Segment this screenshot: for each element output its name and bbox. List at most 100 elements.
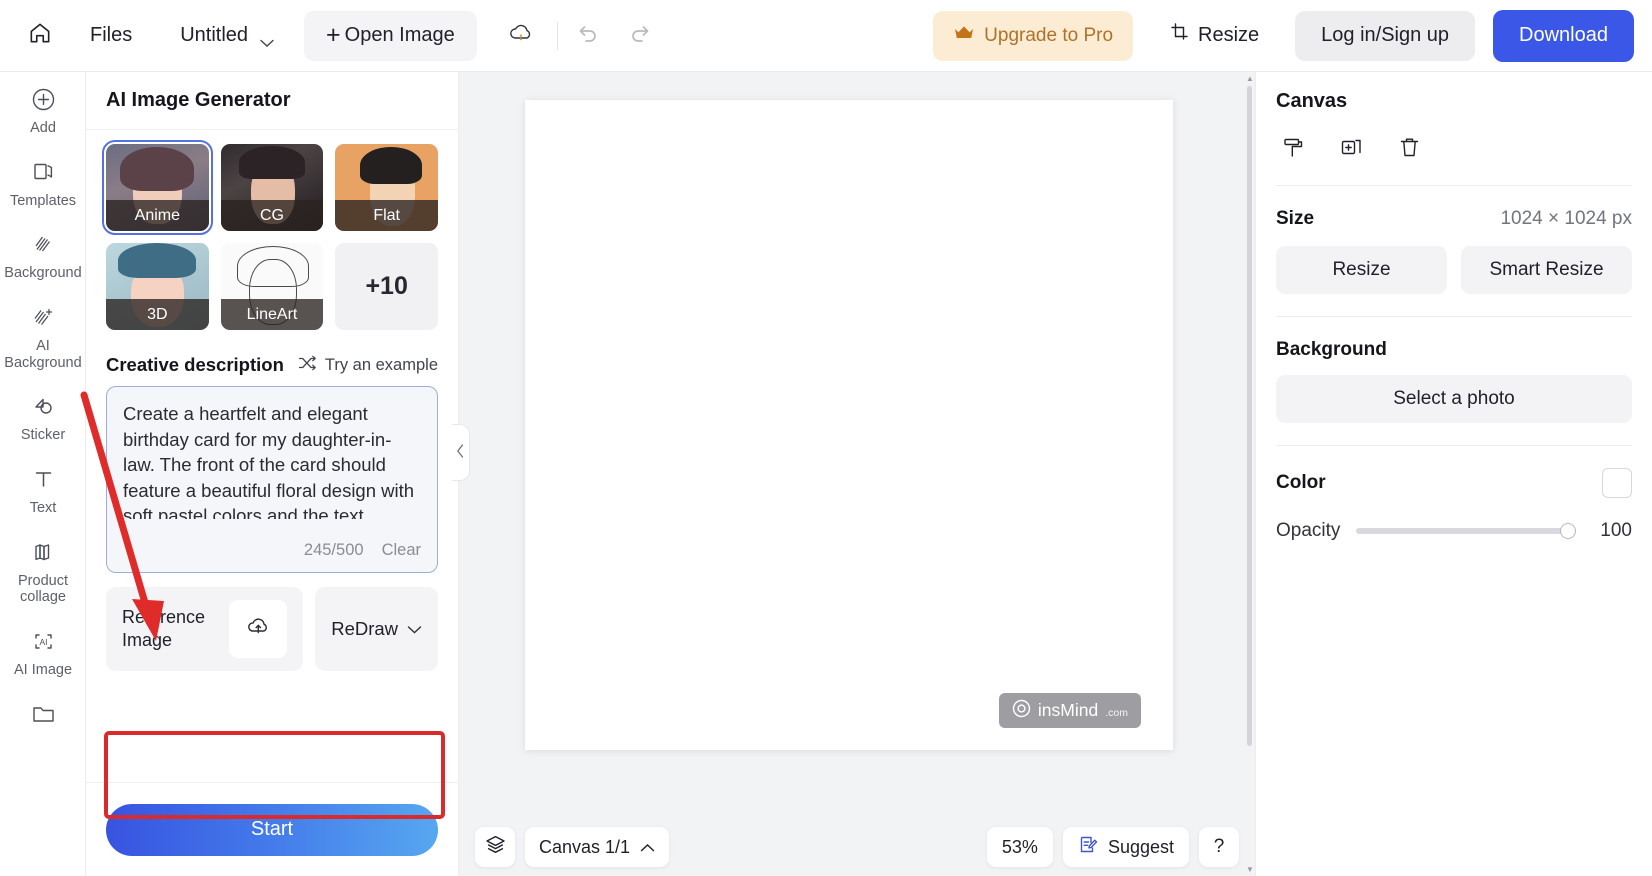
style-grid: Anime CG Flat 3D LineArt +10 xyxy=(102,140,438,330)
resize-label: Resize xyxy=(1198,24,1260,46)
sidebar-item-ai-background[interactable]: AI Background xyxy=(0,290,85,379)
upgrade-label: Upgrade to Pro xyxy=(984,24,1114,46)
fill-canvas-tool[interactable] xyxy=(1276,133,1310,167)
start-button[interactable]: Start xyxy=(106,803,438,856)
home-icon xyxy=(27,20,53,51)
paint-roller-icon xyxy=(1281,135,1306,165)
canvas-panel-title: Canvas xyxy=(1276,90,1348,112)
style-card-flat[interactable]: Flat xyxy=(335,144,438,231)
duplicate-icon xyxy=(1339,135,1364,165)
scrollbar-thumb[interactable] xyxy=(1247,86,1252,746)
canvas-vertical-scrollbar[interactable]: ▲ ▼ xyxy=(1244,72,1255,876)
style-card-3d[interactable]: 3D xyxy=(106,243,209,330)
color-label: Color xyxy=(1276,472,1326,493)
home-button[interactable] xyxy=(16,12,64,60)
char-counter: 245/500 xyxy=(303,541,364,559)
toolbar-divider xyxy=(556,21,558,50)
redo-button[interactable] xyxy=(618,14,662,58)
style-card-anime[interactable]: Anime xyxy=(102,140,213,235)
open-image-button[interactable]: + Open Image xyxy=(304,10,477,61)
size-row: Size 1024 × 1024 px xyxy=(1276,208,1632,230)
canvas-pager-label: Canvas 1/1 xyxy=(539,836,631,857)
resize-icon xyxy=(1169,22,1190,49)
opacity-value: 100 xyxy=(1600,520,1632,541)
sidebar-item-ai-image[interactable]: AI AI Image xyxy=(0,614,85,687)
document-name-dropdown[interactable]: Untitled xyxy=(174,18,280,53)
sidebar-label: Product collage xyxy=(18,572,68,606)
try-an-example-button[interactable]: Try an example xyxy=(298,355,438,376)
sidebar-item-templates[interactable]: Templates xyxy=(0,145,85,218)
canvas-pager-button[interactable]: Canvas 1/1 xyxy=(525,827,670,867)
style-label: CG xyxy=(220,200,324,231)
help-button[interactable]: ? xyxy=(1199,827,1239,867)
sidebar-item-product-collage[interactable]: Product collage xyxy=(0,525,85,614)
duplicate-canvas-tool[interactable] xyxy=(1334,133,1368,167)
top-toolbar: Files Untitled + Open Image Upgrade to P… xyxy=(0,0,1652,72)
opacity-row: Opacity 100 xyxy=(1276,520,1632,542)
resize-button[interactable]: Resize xyxy=(1276,246,1447,294)
panel-body: Anime CG Flat 3D LineArt +10 Creative de… xyxy=(86,130,458,782)
background-label: Background xyxy=(1276,339,1387,360)
size-label: Size xyxy=(1276,208,1315,229)
files-menu-button[interactable]: Files xyxy=(76,16,146,55)
sidebar-item-upload[interactable] xyxy=(0,687,85,743)
style-card-cg[interactable]: CG xyxy=(220,144,324,231)
clear-prompt-button[interactable]: Clear xyxy=(382,541,421,560)
color-swatch[interactable] xyxy=(1602,468,1632,498)
sidebar-label: Add xyxy=(30,120,56,136)
layers-button[interactable] xyxy=(475,827,515,867)
sidebar-item-text[interactable]: Text xyxy=(0,452,85,525)
undo-icon xyxy=(576,22,600,49)
collapse-panel-handle[interactable] xyxy=(452,424,470,481)
left-tool-rail: Add Templates Background AI Background S… xyxy=(0,72,86,876)
reference-upload-button[interactable] xyxy=(229,600,288,658)
insmind-logo-icon xyxy=(1012,699,1031,723)
more-styles-button[interactable]: +10 xyxy=(335,243,438,330)
select-a-photo-button[interactable]: Select a photo xyxy=(1276,375,1632,423)
insmind-watermark: insMind .com xyxy=(998,693,1141,728)
delete-canvas-tool[interactable] xyxy=(1392,133,1426,167)
style-label: Flat xyxy=(335,200,438,231)
upgrade-to-pro-button[interactable]: Upgrade to Pro xyxy=(933,10,1134,61)
sidebar-label: Background xyxy=(4,265,82,282)
canvas-tools-row xyxy=(1276,133,1632,185)
login-signup-button[interactable]: Log in/Sign up xyxy=(1295,10,1476,61)
canvas-sheet[interactable]: insMind .com xyxy=(525,100,1173,750)
size-value: 1024 × 1024 px xyxy=(1500,208,1632,229)
smart-resize-button[interactable]: Smart Resize xyxy=(1461,246,1632,294)
redraw-dropdown[interactable]: ReDraw xyxy=(315,587,438,671)
suggest-button[interactable]: Suggest xyxy=(1062,827,1189,867)
divider xyxy=(1276,316,1632,317)
resize-top-button[interactable]: Resize xyxy=(1159,14,1269,58)
description-header: Creative description Try an example xyxy=(106,354,438,376)
style-card-lineart[interactable]: LineArt xyxy=(220,243,324,330)
sidebar-item-sticker[interactable]: Sticker xyxy=(0,379,85,452)
undo-button[interactable] xyxy=(566,14,610,58)
cloud-save-button[interactable] xyxy=(499,14,543,58)
page-title: AI Image Generator xyxy=(106,89,291,111)
reference-image-label: Reference Image xyxy=(122,607,206,650)
sidebar-label: AI Image xyxy=(13,662,73,679)
text-icon xyxy=(30,464,57,494)
download-button[interactable]: Download xyxy=(1493,9,1634,62)
shuffle-icon xyxy=(298,355,317,376)
image-editor-app: Files Untitled + Open Image Upgrade to P… xyxy=(0,0,1652,876)
sidebar-item-add[interactable]: Add xyxy=(0,72,85,145)
plus-icon: + xyxy=(326,21,341,49)
scroll-up-arrow[interactable]: ▲ xyxy=(1246,74,1254,83)
style-label: 3D xyxy=(106,299,209,330)
redo-icon xyxy=(628,22,652,49)
zoom-level-button[interactable]: 53% xyxy=(986,827,1053,867)
slider-knob[interactable] xyxy=(1560,523,1576,539)
style-label: LineArt xyxy=(220,299,324,330)
sidebar-item-background[interactable]: Background xyxy=(0,217,85,290)
divider xyxy=(1276,185,1632,186)
resize-buttons-row: Resize Smart Resize xyxy=(1276,246,1632,294)
reference-image-control[interactable]: Reference Image xyxy=(106,587,304,671)
opacity-slider[interactable] xyxy=(1356,522,1576,540)
try-example-label: Try an example xyxy=(324,355,438,374)
slider-track xyxy=(1356,528,1576,534)
svg-text:AI: AI xyxy=(39,637,47,647)
document-title: Untitled xyxy=(180,24,249,46)
prompt-textarea[interactable]: Create a heartfelt and elegant birthday … xyxy=(106,386,438,573)
